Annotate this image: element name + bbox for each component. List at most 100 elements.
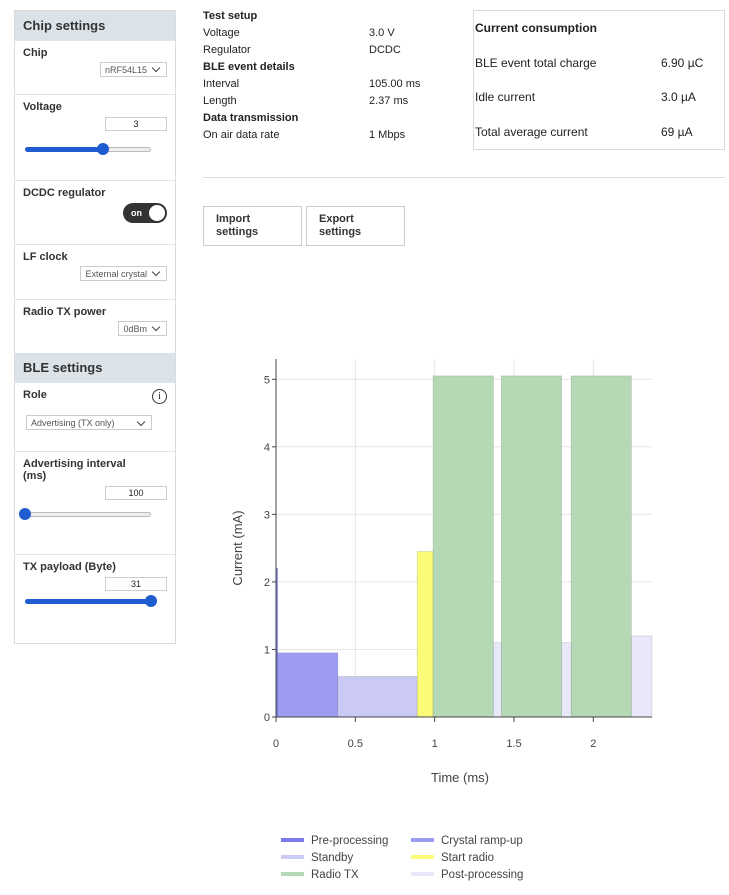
avg-label: Total average current [475,125,588,139]
details-panel: Test setup Voltage 3.0 V Regulator DCDC BL… [203,10,423,146]
legend-label: Crystal ramp-up [441,835,523,847]
role-label: Role [23,389,47,401]
payload-slider[interactable] [23,593,167,609]
legend-label: Start radio [441,852,494,864]
chevron-down-icon [151,322,161,332]
chevron-down-icon [151,267,161,277]
voltage-detail-label: Voltage [203,27,240,39]
avg-value: 69 µA [661,125,693,139]
bar-radio-tx [500,375,562,718]
chip-select[interactable]: nRF54L15 [99,62,167,77]
bar-start-radio [416,551,434,718]
bar-crystal-ramp-up [277,652,339,718]
bar-radio-tx [570,375,632,718]
data-transmission-heading: Data transmission [203,112,299,124]
tx-power-row: Radio TX power 0dBm [15,299,175,353]
x-tick-label: 1.5 [506,738,521,750]
slider-knob[interactable] [19,508,31,520]
chip-label: Chip [23,47,48,59]
slider-fill [25,147,104,152]
y-tick-label: 2 [264,577,270,589]
slider-knob[interactable] [145,595,157,607]
sidebar: Chip settings Chip nRF54L15 Voltage 3 DC… [14,10,176,644]
x-tick-label: 2 [590,738,596,750]
ble-settings-header: BLE settings [15,353,175,382]
x-tick-label: 0 [273,738,279,750]
interval-value: 105.00 ms [369,78,421,90]
slider-fill [25,599,151,604]
lf-clock-row: LF clock External crystal [15,244,175,299]
consumption-panel: Current consumption BLE event total char… [473,10,725,150]
rate-value: 1 Mbps [369,129,406,141]
idle-label: Idle current [475,90,536,104]
tx-power-select[interactable]: 0dBm [118,321,167,336]
regulator-value: DCDC [369,44,401,56]
rate-label: On air data rate [203,129,280,141]
toggle-label: on [131,208,142,218]
idle-value: 3.0 µA [661,90,696,104]
adv-interval-input[interactable]: 100 [105,486,167,500]
detail-row: Length 2.37 ms [203,95,423,112]
y-tick-label: 5 [264,374,270,386]
chevron-down-icon [151,63,161,73]
bar-radio-tx [432,375,494,718]
x-tick-label: 1 [432,738,438,750]
bar-standby [337,676,418,718]
x-tick-label: 0.5 [348,738,363,750]
lf-clock-select[interactable]: External crystal [80,266,167,281]
y-axis-label: Current (mA) [230,510,245,585]
legend-label: Radio TX [311,869,359,881]
role-select[interactable]: Advertising (TX only) [26,415,152,430]
payload-input[interactable]: 31 [105,577,167,591]
dcdc-toggle[interactable]: on [123,203,167,223]
voltage-label: Voltage [23,101,62,113]
bar-pre-processing [275,568,278,718]
y-tick-label: 1 [264,644,270,656]
voltage-row: Voltage 3 [15,94,175,180]
consumption-row: BLE event total charge 6.90 µC [475,56,715,70]
bar-post-processing [493,642,502,718]
voltage-slider[interactable] [23,141,167,157]
chevron-down-icon [136,417,146,427]
role-row: i Role Advertising (TX only) [15,382,175,451]
slider-track [25,512,151,517]
payload-label: TX payload (Byte) [23,561,116,573]
dcdc-row: DCDC regulator on [15,180,175,244]
length-value: 2.37 ms [369,95,409,107]
detail-row: On air data rate 1 Mbps [203,129,423,146]
divider [203,177,725,178]
adv-interval-label: Advertising interval (ms) [23,458,126,482]
interval-label: Interval [203,78,240,90]
test-setup-heading: Test setup [203,10,258,22]
tx-power-value: 0dBm [123,324,147,334]
chip-value: nRF54L15 [104,65,147,75]
voltage-input[interactable]: 3 [105,117,167,131]
ble-event-heading: BLE event details [203,61,295,73]
adv-interval-row: Advertising interval (ms) 100 [15,451,175,554]
detail-row: Voltage 3.0 V [203,27,423,44]
regulator-label: Regulator [203,44,251,56]
consumption-row: Idle current 3.0 µA [475,90,715,104]
charge-value: 6.90 µC [661,56,704,70]
chip-settings-header: Chip settings [15,11,175,40]
info-icon[interactable]: i [152,389,167,404]
y-tick-label: 0 [264,712,270,724]
bar-post-processing [561,642,572,718]
dcdc-label: DCDC regulator [23,187,106,199]
adv-interval-slider[interactable] [19,506,167,522]
bar-post-processing [631,635,653,718]
x-axis-label: Time (ms) [431,770,489,785]
slider-knob[interactable] [97,143,110,155]
y-tick-label: 4 [264,442,270,454]
legend-label: Post-processing [441,869,523,881]
lf-clock-label: LF clock [23,251,68,263]
role-value: Advertising (TX only) [31,418,115,428]
legend-label: Pre-processing [311,835,388,847]
consumption-title: Current consumption [475,21,597,35]
import-settings-button[interactable]: Import settings [203,206,302,246]
detail-row: Interval 105.00 ms [203,78,423,95]
toggle-knob [149,205,165,221]
y-tick-label: 3 [264,509,270,521]
export-settings-button[interactable]: Export settings [306,206,405,246]
consumption-row: Total average current 69 µA [475,125,715,139]
